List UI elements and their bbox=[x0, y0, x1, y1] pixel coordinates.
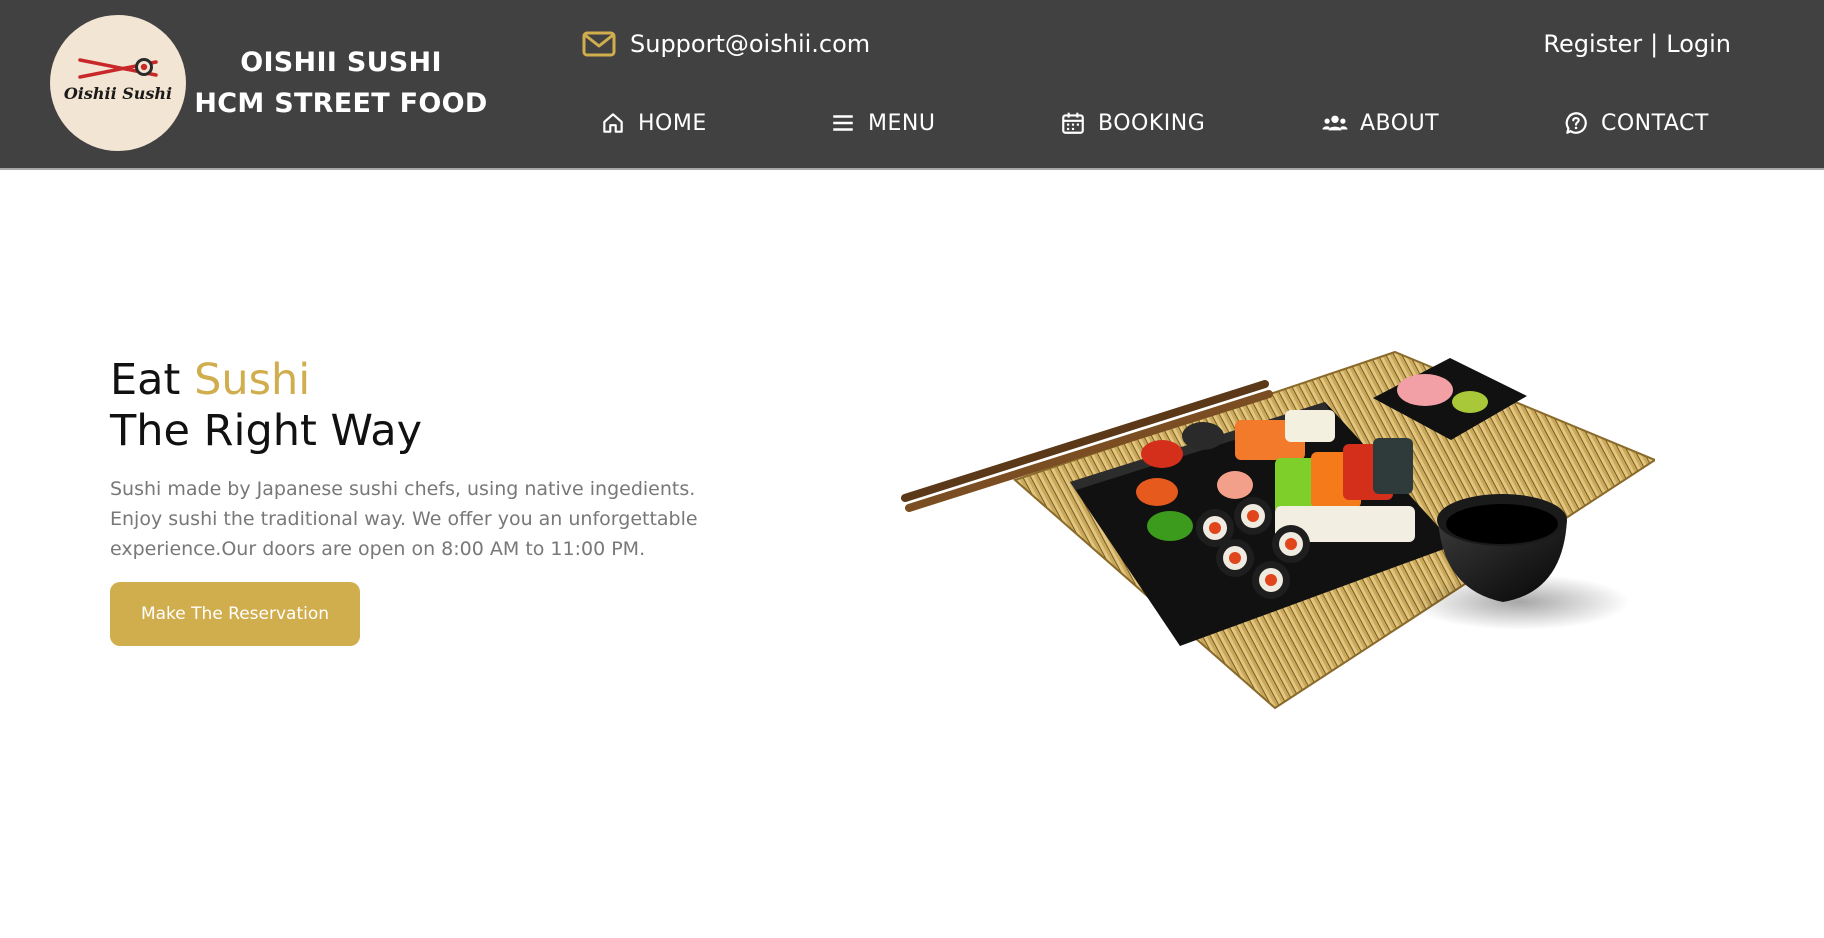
login-link[interactable]: Login bbox=[1666, 30, 1731, 58]
nav-home[interactable]: HOME bbox=[600, 106, 707, 140]
hero-title-accent: Sushi bbox=[194, 355, 311, 405]
make-reservation-button[interactable]: Make The Reservation bbox=[110, 582, 360, 646]
hero-title: Eat Sushi The Right Way bbox=[110, 355, 422, 457]
calendar-icon bbox=[1062, 112, 1084, 134]
nav-home-label: HOME bbox=[638, 110, 707, 136]
support-email-link[interactable]: Support@oishii.com bbox=[582, 26, 870, 62]
register-link[interactable]: Register bbox=[1543, 30, 1642, 58]
hero-description: Sushi made by Japanese sushi chefs, usin… bbox=[110, 478, 698, 560]
nav-booking-label: BOOKING bbox=[1098, 110, 1206, 136]
home-icon bbox=[603, 113, 623, 133]
hero-title-part1: Eat bbox=[110, 355, 195, 405]
site-header: Oishii Sushi OISHII SUSHI HCM STREET FOO… bbox=[0, 0, 1824, 170]
logo-text: Oishii Sushi bbox=[64, 84, 172, 103]
nav-about[interactable]: ABOUT bbox=[1322, 106, 1439, 140]
brand-name: OISHII SUSHI HCM STREET FOOD bbox=[190, 42, 492, 124]
auth-separator: | bbox=[1650, 30, 1659, 58]
sushi-platter-image bbox=[895, 340, 1655, 720]
nav-booking[interactable]: BOOKING bbox=[1060, 106, 1205, 140]
hamburger-menu-icon bbox=[833, 115, 853, 131]
support-email-text: Support@oishii.com bbox=[630, 30, 871, 58]
sushi-platter-illustration bbox=[901, 350, 1655, 710]
nav-contact-label: CONTACT bbox=[1601, 110, 1709, 136]
brand-line-2: HCM STREET FOOD bbox=[194, 88, 488, 119]
auth-links: Register | Login bbox=[1543, 30, 1731, 58]
people-icon bbox=[1322, 115, 1348, 131]
logo[interactable]: Oishii Sushi bbox=[50, 15, 186, 151]
mail-icon bbox=[582, 31, 616, 57]
nav-contact[interactable]: CONTACT bbox=[1563, 106, 1709, 140]
help-circle-icon bbox=[1565, 112, 1587, 134]
brand-line-1: OISHII SUSHI bbox=[240, 47, 442, 78]
nav-menu[interactable]: MENU bbox=[830, 106, 935, 140]
chopsticks-sushi-logo-icon: Oishii Sushi bbox=[64, 58, 172, 103]
hero-title-line2: The Right Way bbox=[110, 406, 423, 456]
nav-menu-label: MENU bbox=[868, 110, 936, 136]
nav-about-label: ABOUT bbox=[1360, 110, 1440, 136]
